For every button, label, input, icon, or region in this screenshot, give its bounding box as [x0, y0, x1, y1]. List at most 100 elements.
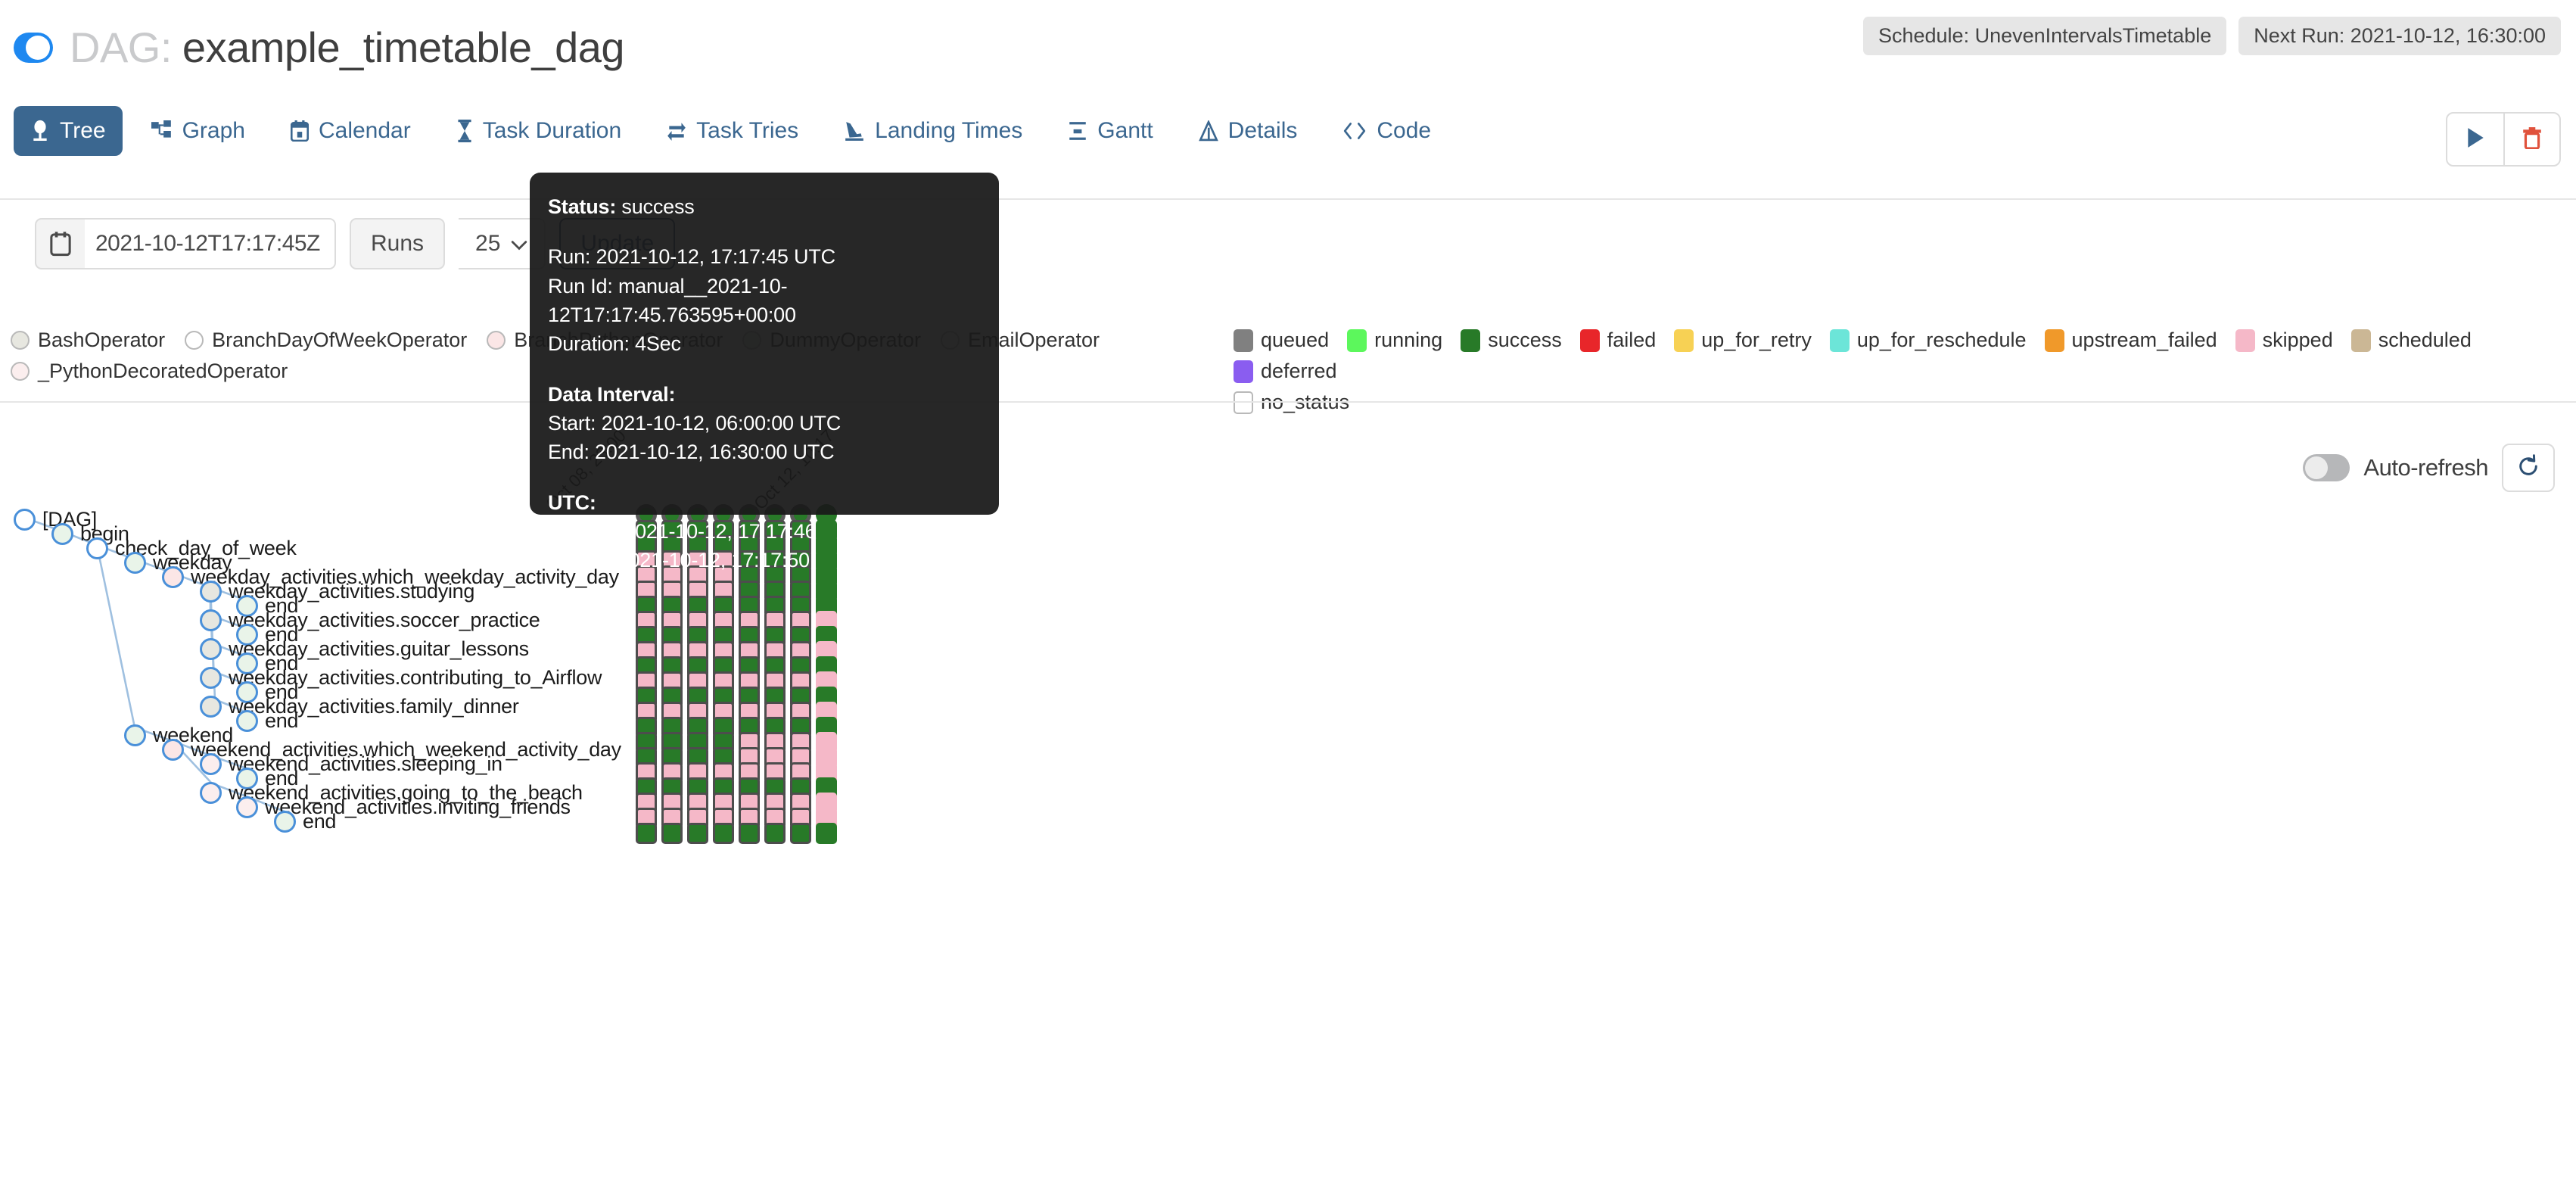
tree-node-dot[interactable] [200, 666, 222, 689]
tree-node-dot[interactable] [200, 695, 222, 718]
operator-label: _PythonDecoratedOperator [38, 360, 288, 382]
operator-color-dot [11, 362, 30, 381]
tooltip-utc-heading: UTC: [548, 490, 596, 514]
tooltip-utc-block: UTC: Started: 2021-10-12, 17:17:46 Ended… [548, 488, 981, 575]
page-title: example_timetable_dag [182, 23, 625, 71]
tab-landing-times[interactable]: Landing Times [827, 106, 1039, 156]
tree-node-dot[interactable] [200, 637, 222, 660]
operator-filter-bashoperator[interactable]: BashOperator [11, 329, 165, 352]
tab-label: Tree [60, 118, 106, 143]
tree-node-dot[interactable] [200, 580, 222, 603]
toggle-knob [26, 35, 50, 60]
status-swatch [1829, 329, 1850, 352]
tree-node-dot[interactable] [86, 537, 108, 559]
base-date-input[interactable] [85, 220, 334, 268]
tab-label: Details [1227, 118, 1298, 143]
legend-item-deferred: deferred [1234, 360, 1337, 383]
chevron-down-icon [511, 231, 527, 257]
base-date-field[interactable] [35, 218, 336, 269]
run-status-cell[interactable] [764, 823, 786, 844]
tooltip-duration-line: Duration: 4Sec [548, 332, 681, 356]
legend-label: failed [1607, 329, 1657, 351]
legend-item-queued: queued [1234, 329, 1329, 352]
header-divider [0, 198, 2576, 200]
status-swatch [1674, 329, 1694, 352]
run-status-cell[interactable] [661, 823, 683, 844]
tree-node-dot[interactable] [162, 565, 184, 588]
tree-node-dot[interactable] [236, 796, 258, 818]
run-status-cell[interactable] [713, 823, 734, 844]
schedule-badge[interactable]: Schedule: UnevenIntervalsTimetable [1862, 17, 2227, 55]
tree-node-dot[interactable] [51, 522, 73, 545]
tooltip-run-line: Run: 2021-10-12, 17:17:45 UTC [548, 245, 835, 269]
tree-node-dot[interactable] [236, 709, 258, 732]
legend-item-skipped: skipped [2235, 329, 2333, 352]
tree-node-dot[interactable] [162, 738, 184, 761]
legend-label: up_for_retry [1701, 329, 1812, 351]
tooltip-run-id-line: Run Id: manual__2021-10-12T17:17:45.7635… [548, 274, 796, 326]
tree-node-dot[interactable] [274, 810, 296, 833]
run-status-cell[interactable] [790, 823, 811, 844]
tree-node-dot[interactable] [124, 551, 146, 574]
dag-pause-toggle[interactable] [14, 32, 53, 63]
run-status-cell[interactable] [816, 823, 837, 844]
legend-item-upstream-failed: upstream_failed [2044, 329, 2217, 352]
legend-label: running [1374, 329, 1443, 351]
legend-item-success: success [1461, 329, 1562, 352]
tooltip-utc-ended: Ended: 2021-10-12, 17:17:50 [548, 549, 810, 572]
legend-item-failed: failed [1579, 329, 1657, 352]
legend-label: deferred [1261, 360, 1337, 382]
tab-task-duration[interactable]: Task Duration [440, 106, 638, 156]
tab-label: Task Tries [696, 118, 799, 143]
operator-color-dot [11, 331, 30, 350]
trash-icon [2522, 126, 2543, 153]
legend-label: up_for_reschedule [1856, 329, 2027, 351]
next-run-badge[interactable]: Next Run: 2021-10-12, 16:30:00 [2238, 17, 2561, 55]
run-status-cell[interactable] [687, 823, 708, 844]
tree-node-dot[interactable] [200, 609, 222, 631]
legend-label: scheduled [2378, 329, 2472, 351]
status-swatch [2235, 329, 2255, 352]
legend-label: upstream_failed [2071, 329, 2217, 351]
operator-filter-branchdayofweekoperator[interactable]: BranchDayOfWeekOperator [185, 329, 467, 352]
tab-graph[interactable]: Graph [135, 106, 262, 156]
legend-label: success [1488, 329, 1562, 351]
table-row[interactable]: end [236, 705, 298, 736]
tab-tree[interactable]: Tree [14, 106, 123, 156]
trigger-dag-button[interactable] [2447, 114, 2503, 165]
tree-icon [30, 120, 50, 142]
status-swatch [2044, 329, 2064, 352]
run-status-tooltip: Status: success Run: 2021-10-12, 17:17:4… [530, 173, 999, 571]
airflow-tree-page: DAG: example_timetable_dag Schedule: Une… [0, 0, 2576, 1199]
tab-calendar[interactable]: Calendar [274, 106, 428, 156]
header-badges: Schedule: UnevenIntervalsTimetable Next … [1862, 17, 2561, 55]
run-status-row [636, 823, 837, 844]
dag-tree-view: [DAG] begin check_day_of_week weekday we… [0, 501, 2576, 1182]
tree-node-dot[interactable] [200, 752, 222, 775]
run-status-cell[interactable] [636, 823, 657, 844]
tab-details[interactable]: Details [1182, 106, 1314, 156]
operator-label: BashOperator [38, 329, 166, 351]
retry-icon [667, 120, 686, 142]
status-swatch [1347, 329, 1367, 352]
run-date-ticks: Oct 08, 23:00 Oct 12, 10:17 [0, 424, 2576, 513]
tree-node-dot[interactable] [124, 724, 146, 746]
page-header: DAG: example_timetable_dag Schedule: Une… [0, 0, 2576, 95]
tooltip-utc-started: Started: 2021-10-12, 17:17:46 [548, 519, 817, 543]
status-swatch [1461, 329, 1481, 352]
status-swatch [2350, 329, 2371, 352]
tooltip-run-block: Run: 2021-10-12, 17:17:45 UTC Run Id: ma… [548, 242, 981, 358]
landing-icon [844, 120, 865, 142]
tab-gantt[interactable]: Gantt [1051, 106, 1169, 156]
run-status-cell[interactable] [739, 823, 760, 844]
tree-node-dot[interactable] [200, 781, 222, 804]
tree-node-label: end [303, 809, 337, 833]
tab-task-tries[interactable]: Task Tries [650, 106, 815, 156]
tab-label: Calendar [318, 118, 411, 143]
tab-code[interactable]: Code [1326, 106, 1448, 156]
tooltip-data-interval-start: Start: 2021-10-12, 06:00:00 UTC [548, 411, 842, 434]
dag-prefix-label: DAG: [70, 23, 172, 71]
table-row[interactable]: end [274, 806, 336, 836]
tree-node-dot[interactable] [14, 508, 36, 531]
delete-dag-button[interactable] [2503, 114, 2559, 165]
